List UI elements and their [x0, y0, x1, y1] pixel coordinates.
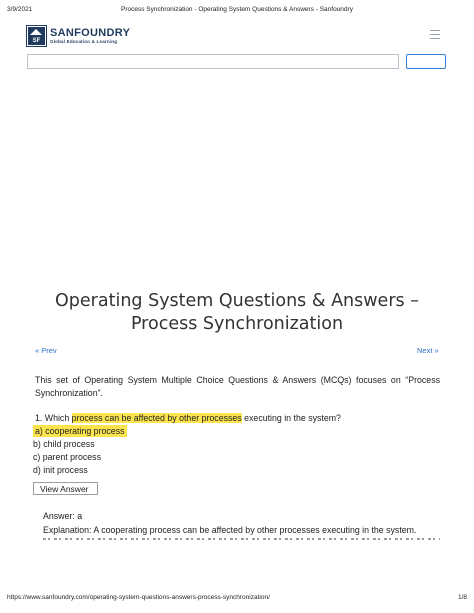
hamburger-menu-icon[interactable]: [430, 30, 440, 39]
page-title: Operating System Questions & Answers – P…: [27, 290, 447, 336]
option-d: d) init process: [33, 465, 88, 475]
print-url: https://www.sanfoundry.com/operating-sys…: [7, 594, 270, 601]
view-answer-button[interactable]: View Answer: [33, 482, 98, 495]
page-title-line-2: Process Synchronization: [130, 314, 344, 334]
next-link[interactable]: Next »: [417, 346, 439, 355]
logo-tagline: Global Education & Learning: [50, 38, 118, 44]
logo-mark-icon: SF: [27, 26, 46, 46]
question-prefix: 1. Which: [35, 413, 72, 423]
option-b: b) child process: [33, 439, 95, 449]
answer-text: Answer: a: [43, 511, 83, 521]
option-c: c) parent process: [33, 452, 101, 462]
logo-name: SANFOUNDRY: [50, 26, 131, 39]
intro-paragraph: This set of Operating System Multiple Ch…: [35, 375, 440, 398]
print-header: 3/9/2021 Process Synchronization - Opera…: [0, 6, 474, 16]
question-text: 1. Which process can be affected by othe…: [35, 412, 341, 425]
prev-link[interactable]: « Prev: [35, 346, 57, 355]
page-break-cut-text: [43, 537, 440, 540]
option-a: a) cooperating process: [33, 425, 127, 437]
search-input[interactable]: [27, 54, 399, 69]
explanation-text: Explanation: A cooperating process can b…: [43, 525, 417, 535]
logo-mark-text: SF: [32, 38, 41, 44]
question-suffix: executing in the system?: [241, 413, 341, 423]
print-page-number: 1/8: [457, 594, 467, 601]
question-highlight: process can be affected by other process…: [71, 413, 242, 423]
print-document-title: Process Synchronization - Operating Syst…: [121, 6, 353, 13]
site-logo[interactable]: SF SANFOUNDRY Global Education & Learnin…: [27, 26, 130, 46]
page-title-line-1: Operating System Questions & Answers –: [55, 291, 419, 311]
search-button[interactable]: [406, 54, 446, 69]
